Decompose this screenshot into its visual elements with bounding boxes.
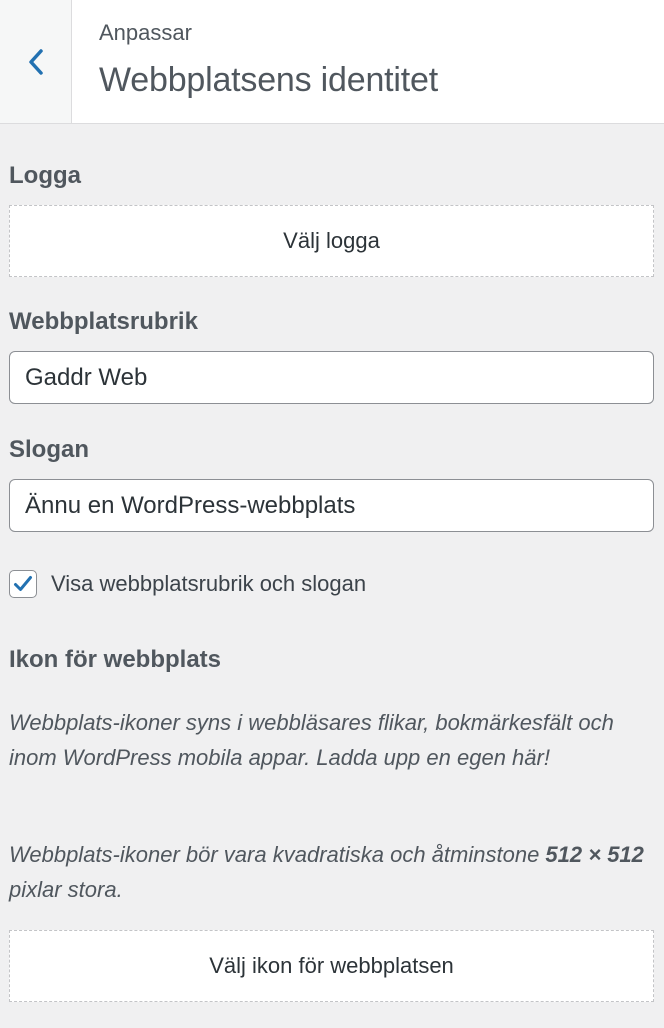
logo-label: Logga — [9, 162, 81, 189]
tagline-label: Slogan — [9, 436, 90, 463]
site-icon-description: Webbplats-ikoner syns i webbläsares flik… — [9, 710, 614, 770]
size-hint-suffix: pixlar stora. — [9, 877, 123, 902]
display-header-text-option[interactable]: Visa webbplatsrubrik och slogan — [9, 570, 366, 598]
size-hint-text: Webbplats-ikoner bör vara kvadratiska oc… — [9, 842, 546, 867]
site-icon-size-hint: Webbplats-ikoner bör vara kvadratiska oc… — [9, 837, 659, 907]
back-button[interactable] — [0, 0, 72, 123]
checkmark-icon — [14, 576, 32, 591]
size-hint-dimensions: 512 × 512 — [545, 842, 644, 867]
select-site-icon-button[interactable]: Välj ikon för webbplatsen — [9, 930, 654, 1002]
site-title-label: Webbplatsrubrik — [9, 308, 198, 335]
chevron-left-icon — [28, 48, 43, 75]
page-title: Webbplatsens identitet — [99, 61, 438, 99]
tagline-input[interactable] — [9, 479, 654, 532]
customizer-header: Anpassar Webbplatsens identitet — [0, 0, 664, 124]
breadcrumb: Anpassar — [99, 20, 192, 45]
site-icon-label: Ikon för webbplats — [9, 646, 222, 673]
display-header-text-label: Visa webbplatsrubrik och slogan — [51, 571, 367, 596]
display-header-text-checkbox[interactable] — [9, 570, 37, 598]
select-logo-button[interactable]: Välj logga — [9, 205, 654, 277]
site-title-input[interactable] — [9, 351, 654, 404]
